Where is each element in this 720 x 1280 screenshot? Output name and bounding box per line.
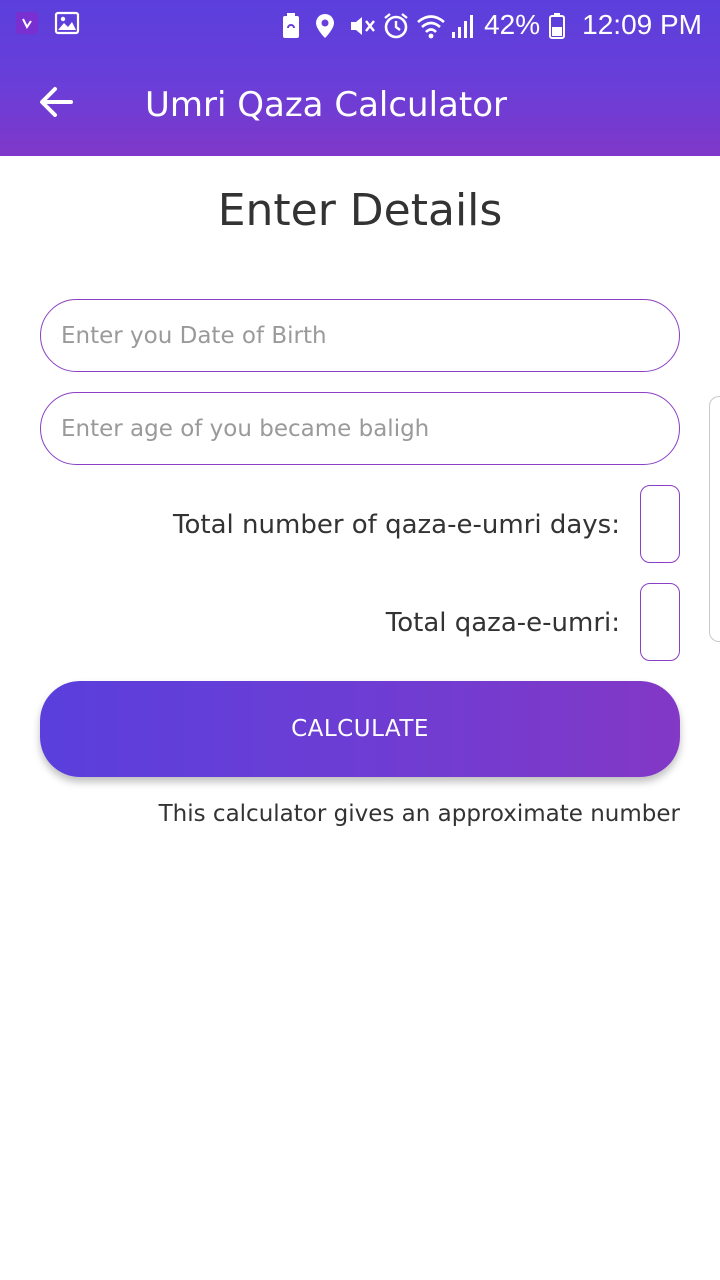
calculate-button[interactable]: CALCULATE — [40, 681, 680, 777]
app-header: 42% 12:09 PM Umri Qaza Calculator — [0, 0, 720, 156]
baligh-age-input[interactable] — [41, 393, 679, 464]
baligh-age-field[interactable] — [40, 392, 680, 465]
status-bar: 42% 12:09 PM — [0, 0, 720, 50]
battery-percent: 42% — [484, 9, 541, 40]
disclaimer-note: This calculator gives an approximate num… — [158, 801, 680, 827]
dob-field[interactable] — [40, 299, 680, 372]
mute-icon — [348, 12, 376, 38]
wifi-icon — [416, 12, 445, 39]
total-result-value — [640, 583, 680, 661]
side-panel-handle[interactable] — [709, 396, 720, 642]
days-result-label: Total number of qaza-e-umri days: — [173, 510, 620, 540]
battery-saver-icon — [280, 12, 306, 38]
image-icon — [54, 10, 80, 36]
alarm-icon — [382, 12, 408, 39]
days-result-value — [640, 485, 680, 563]
status-bar-right: 42% 12:09 PM — [280, 8, 702, 42]
arrow-left-icon — [38, 85, 74, 123]
status-bar-left — [14, 10, 80, 36]
page-title: Enter Details — [217, 185, 503, 236]
total-result-label: Total qaza-e-umri: — [385, 608, 620, 638]
battery-icon — [548, 12, 574, 39]
clock: 12:09 PM — [582, 9, 702, 40]
signal-icon — [450, 12, 476, 38]
location-icon — [314, 12, 340, 38]
dob-input[interactable] — [41, 300, 679, 371]
toolbar-title: Umri Qaza Calculator — [145, 85, 507, 125]
app-notification-icon — [14, 10, 40, 36]
back-button[interactable] — [32, 84, 80, 124]
